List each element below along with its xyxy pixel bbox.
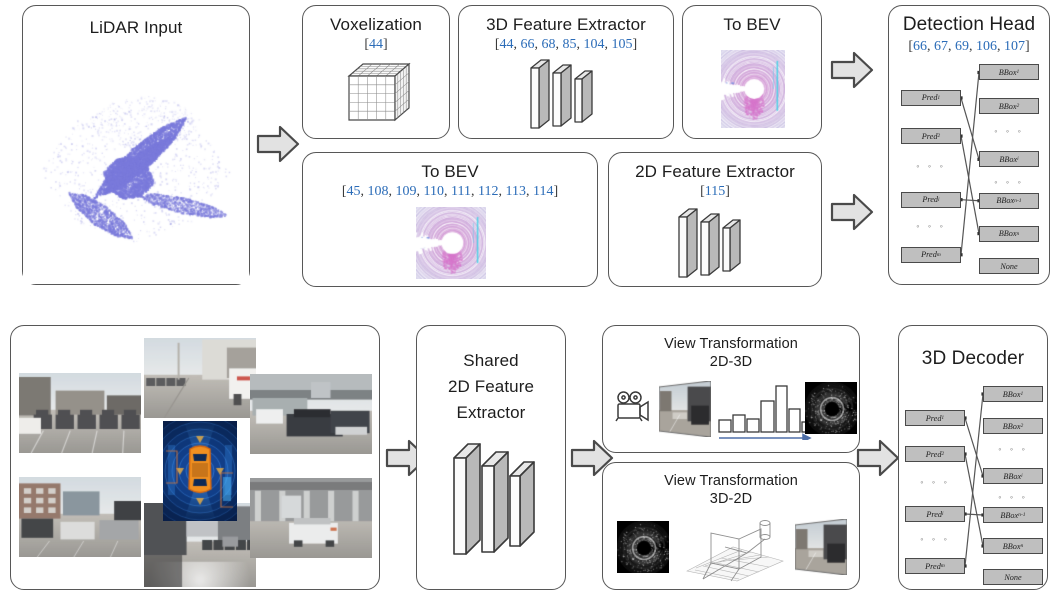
bbox-node-2: BBox 2 — [983, 418, 1043, 434]
ellipsis-marker: ◦ ◦ ◦ — [916, 221, 946, 232]
bev-feature-input — [617, 521, 669, 573]
arrow-bev-to-head — [830, 48, 874, 92]
feature-extractor-3d-refs: [44, 66, 68, 85, 104, 105] — [494, 37, 638, 52]
to-bev-lower-title: To BEV — [421, 162, 479, 181]
detection-head-refs: [66, 67, 69, 106, 107] — [908, 39, 1030, 54]
camera-thumb-back-right — [250, 478, 372, 558]
ellipsis-marker: ◦ ◦ ◦ — [994, 125, 1024, 136]
pred-node-i: Pred i — [905, 506, 965, 522]
pred-node-m: Pred m — [905, 558, 965, 574]
detection-head-title: Detection Head — [902, 14, 1036, 35]
ellipsis-marker: ◦ ◦ ◦ — [998, 492, 1028, 502]
pred-node-2: Pred 2 — [905, 446, 965, 462]
panel-3d-decoder: 3D Decoder Pred 1 Pred 2 Pred i Pred m ◦ ◦ ◦ ◦ ◦ … — [898, 325, 1048, 590]
view-transform-3d2d-line1: View Transformation — [664, 473, 798, 489]
pred-node-1: Pred 1 — [901, 89, 961, 106]
camera-thumb-front-left — [19, 373, 141, 453]
bev-map-upper — [721, 50, 785, 128]
video-camera-icon — [613, 390, 653, 424]
ellipsis-marker: ◦ ◦ ◦ — [920, 477, 950, 487]
panel-lidar-input: LiDAR Input — [22, 5, 250, 285]
projected-image-plane — [795, 519, 847, 575]
conv-layer-stack-icon-shared — [450, 436, 542, 566]
voxelization-title: Voxelization — [330, 15, 422, 34]
panel-voxelization: Voxelization [44] — [302, 5, 450, 139]
shared-extractor-line3: Extractor — [456, 403, 526, 422]
arrow-2dext-to-head — [830, 190, 874, 234]
view-transform-2d3d-line2: 2D-3D — [709, 354, 753, 370]
match-link — [959, 96, 981, 161]
pred-node-i: Pred i — [901, 191, 961, 208]
conv-layer-stack-icon — [527, 54, 609, 134]
camera-feature-plane — [659, 381, 711, 437]
ellipsis-marker: ◦ ◦ ◦ — [994, 176, 1024, 187]
bbox-node-1: BBox 1 — [979, 64, 1039, 81]
projection-geometry-sketch — [681, 513, 789, 583]
feature-extractor-2d-refs: [115] — [700, 184, 730, 199]
lidar-input-title: LiDAR Input — [89, 18, 183, 37]
panel-3d-feature-extractor: 3D Feature Extractor [44, 66, 68, 85, 10… — [458, 5, 674, 139]
ego-vehicle-sensor-illustration — [163, 421, 237, 521]
bbox-node-n: BBox n — [979, 225, 1039, 242]
camera-thumb-front — [144, 338, 256, 418]
diagram-canvas: LiDAR Input Voxelization [44] 3D Feature… — [0, 0, 1058, 597]
match-link — [959, 134, 981, 236]
bbox-node-i: BBox i — [983, 468, 1043, 484]
feature-extractor-2d-title: 2D Feature Extractor — [635, 162, 795, 181]
camera-thumb-front-right — [250, 374, 372, 454]
ellipsis-marker: ◦ ◦ ◦ — [920, 534, 950, 544]
bev-feature-output — [805, 382, 857, 434]
to-bev-upper-title: To BEV — [723, 15, 781, 34]
conv-layer-stack-icon-2d — [675, 203, 757, 283]
arrow-viewtransform-to-decoder — [856, 436, 900, 480]
panel-to-bev-lower: To BEV [45, 108, 109, 110, 111, 112, 113… — [302, 152, 598, 287]
pred-node-m: Pred m — [901, 246, 961, 263]
ellipsis-marker: ◦ ◦ ◦ — [916, 160, 946, 171]
bbox-node-2: BBox 2 — [979, 98, 1039, 115]
view-transform-3d2d-line2: 3D-2D — [709, 491, 753, 507]
panel-multiview-input — [10, 325, 380, 590]
feature-extractor-3d-title: 3D Feature Extractor — [486, 15, 646, 34]
view-transform-2d3d-line1: View Transformation — [664, 336, 798, 352]
panel-detection-head: Detection Head [66, 67, 69, 106, 107] Pr… — [888, 5, 1050, 285]
ellipsis-marker: ◦ ◦ ◦ — [998, 444, 1028, 454]
panel-shared-2d-extractor: Shared 2D Feature Extractor — [416, 325, 566, 590]
none-node: None — [983, 569, 1043, 585]
bbox-node-n-1: BBox n-1 — [979, 192, 1039, 209]
panel-view-transform-3d2d: View Transformation 3D-2D — [602, 462, 860, 590]
point-cloud-render — [23, 48, 249, 284]
panel-to-bev-upper: To BEV — [682, 5, 822, 139]
voxel-cube-icon — [341, 56, 413, 128]
bbox-node-i: BBox i — [979, 151, 1039, 168]
match-link — [963, 512, 985, 517]
prediction-bbox-matching-top: Pred 1 Pred 2 Pred i Pred m ◦ ◦ ◦ ◦ ◦ ◦ BBox 1 BBox 2… — [897, 64, 1043, 276]
match-link — [963, 416, 985, 478]
shared-extractor-line1: Shared — [463, 351, 519, 370]
depth-distribution-histogram — [717, 378, 813, 443]
prediction-bbox-matching-bottom: Pred 1 Pred 2 Pred i Pred m ◦ ◦ ◦ ◦ ◦ ◦ BBox 1 BBox 2… — [901, 386, 1047, 586]
arrow-lidar-to-branch — [256, 122, 300, 166]
bev-map-lower — [416, 207, 486, 279]
camera-thumb-back-left — [19, 477, 141, 557]
bbox-node-n: BBox n — [983, 538, 1043, 554]
panel-2d-feature-extractor: 2D Feature Extractor [115] — [608, 152, 822, 287]
pred-node-2: Pred 2 — [901, 128, 961, 145]
match-link — [963, 452, 985, 548]
none-node: None — [979, 258, 1039, 275]
panel-view-transform-2d3d: View Transformation 2D-3D — [602, 325, 860, 453]
to-bev-lower-refs: [45, 108, 109, 110, 111, 112, 113, 114] — [341, 184, 559, 199]
pred-node-1: Pred 1 — [905, 410, 965, 426]
voxelization-refs: [44] — [364, 37, 388, 52]
match-link — [959, 198, 981, 203]
bbox-node-1: BBox 1 — [983, 386, 1043, 402]
decoder-3d-title: 3D Decoder — [921, 348, 1025, 369]
shared-extractor-line2: 2D Feature — [447, 377, 535, 396]
bbox-node-n-1: BBox n-1 — [983, 507, 1043, 523]
